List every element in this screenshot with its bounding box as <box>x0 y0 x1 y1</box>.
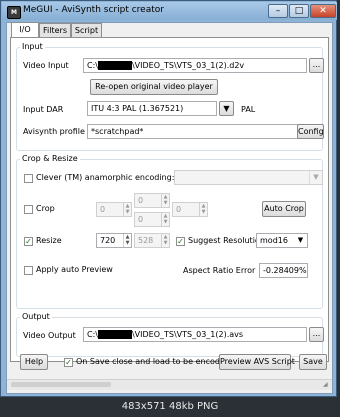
tab-filters[interactable]: Filters <box>39 23 71 37</box>
resize-checkbox[interactable]: ✓ <box>24 237 33 246</box>
main-window: M MeGUI - AviSynth script creator – □ ✕ … <box>0 0 337 397</box>
suggest-resolution-label: Suggest Resolution <box>188 236 265 245</box>
spinner-arrows-icon[interactable]: ▲ ▼ <box>123 234 131 247</box>
tab-io[interactable]: I/O <box>11 22 39 38</box>
maximize-button[interactable]: □ <box>289 4 309 18</box>
resize-label: Resize <box>36 236 62 245</box>
video-output-browse-button[interactable]: ... <box>309 327 324 342</box>
chevron-down-icon: ▼ <box>309 171 322 184</box>
input-dar-dropdown-button[interactable]: ▼ <box>219 101 234 116</box>
video-input-field[interactable]: C:\ \VIDEO_TS\VTS_03_1(2).d2v <box>83 58 307 73</box>
clever-anamorphic-label: Clever (TM) anamorphic encoding: <box>36 173 175 182</box>
spinner-arrows-icon[interactable]: ▲ ▼ <box>161 234 169 247</box>
clever-anamorphic-select[interactable]: ▼ <box>174 170 323 185</box>
scrollbar-thumb[interactable] <box>11 382 111 387</box>
spinner-arrows-icon[interactable]: ▲ ▼ <box>199 203 207 216</box>
crop-bottom-input[interactable]: 0 ▲ ▼ <box>134 212 170 227</box>
crop-left-input[interactable]: 0 ▲ ▼ <box>96 202 132 217</box>
image-caption: 483x571 48kb PNG <box>0 397 340 417</box>
reopen-video-player-button[interactable]: Re-open original video player <box>90 79 218 95</box>
crop-label: Crop <box>36 204 55 213</box>
chevron-down-icon: ▼ <box>297 236 304 244</box>
avisynth-profile-select[interactable]: *scratchpad* ▼ <box>87 124 323 139</box>
aspect-ratio-error-field: -0.28409% <box>259 263 308 278</box>
resize-width-input[interactable]: 720 ▲ ▼ <box>96 233 132 248</box>
spinner-arrows-icon[interactable]: ▲ ▼ <box>161 194 169 207</box>
save-close-checkbox[interactable]: ✓ <box>64 358 73 367</box>
input-dar-select[interactable]: ITU 4:3 PAL (1.367521) <box>87 101 217 116</box>
input-group-label: Input <box>20 42 45 51</box>
mod-select[interactable]: mod16 ▼ <box>256 233 308 248</box>
video-input-browse-button[interactable]: ... <box>309 58 324 73</box>
crop-top-input[interactable]: 0 ▲ ▼ <box>134 193 170 208</box>
horizontal-scrollbar[interactable]: ◢ <box>7 379 332 390</box>
input-dar-pal-label: PAL <box>241 105 256 114</box>
output-group-label: Output <box>20 312 52 321</box>
crop-right-input[interactable]: 0 ▲ ▼ <box>172 202 208 217</box>
title-bar[interactable]: M MeGUI - AviSynth script creator – □ ✕ <box>2 2 337 20</box>
dialog-client-area: I/O Filters Script Input Video Input C:\… <box>6 22 333 394</box>
aspect-ratio-error-label: Aspect Ratio Error <box>183 266 256 275</box>
suggest-resolution-checkbox[interactable]: ✓ <box>176 237 185 246</box>
save-button[interactable]: Save <box>299 354 327 370</box>
window-title: MeGUI - AviSynth script creator <box>23 5 164 15</box>
minimize-button[interactable]: – <box>268 4 288 18</box>
save-close-label: On Save close and load to be encoded <box>76 357 230 366</box>
config-button[interactable]: Config <box>297 124 324 139</box>
crop-checkbox[interactable] <box>24 205 33 214</box>
io-tab-panel: Input Video Input C:\ \VIDEO_TS\VTS_03_1(… <box>10 37 329 362</box>
video-output-label: Video Output <box>23 331 76 340</box>
auto-crop-button[interactable]: Auto Crop <box>262 201 306 217</box>
redacted-path-block <box>97 330 132 339</box>
preview-avs-script-button[interactable]: Preview AVS Script <box>219 354 295 370</box>
redacted-path-block <box>97 61 132 70</box>
close-button[interactable]: ✕ <box>310 4 336 18</box>
input-dar-label: Input DAR <box>23 105 64 114</box>
avisynth-profile-label: Avisynth profile <box>23 127 85 136</box>
spinner-arrows-icon[interactable]: ▲ ▼ <box>161 213 169 226</box>
resize-height-input[interactable]: 528 ▲ ▼ <box>134 233 170 248</box>
auto-preview-checkbox[interactable] <box>24 266 33 275</box>
help-button[interactable]: Help <box>20 354 48 370</box>
clever-anamorphic-checkbox[interactable] <box>24 174 33 183</box>
tab-script[interactable]: Script <box>71 23 102 37</box>
megui-app-icon: M <box>7 6 21 19</box>
auto-preview-label: Apply auto Preview <box>36 265 113 274</box>
crop-resize-group-label: Crop & Resize <box>20 154 80 163</box>
resize-grip-icon[interactable]: ◢ <box>323 381 330 388</box>
video-output-field[interactable]: C:\ \VIDEO_TS\VTS_03_1(2).avs <box>83 327 307 342</box>
video-input-label: Video Input <box>23 61 69 70</box>
spinner-arrows-icon[interactable]: ▲ ▼ <box>123 203 131 216</box>
